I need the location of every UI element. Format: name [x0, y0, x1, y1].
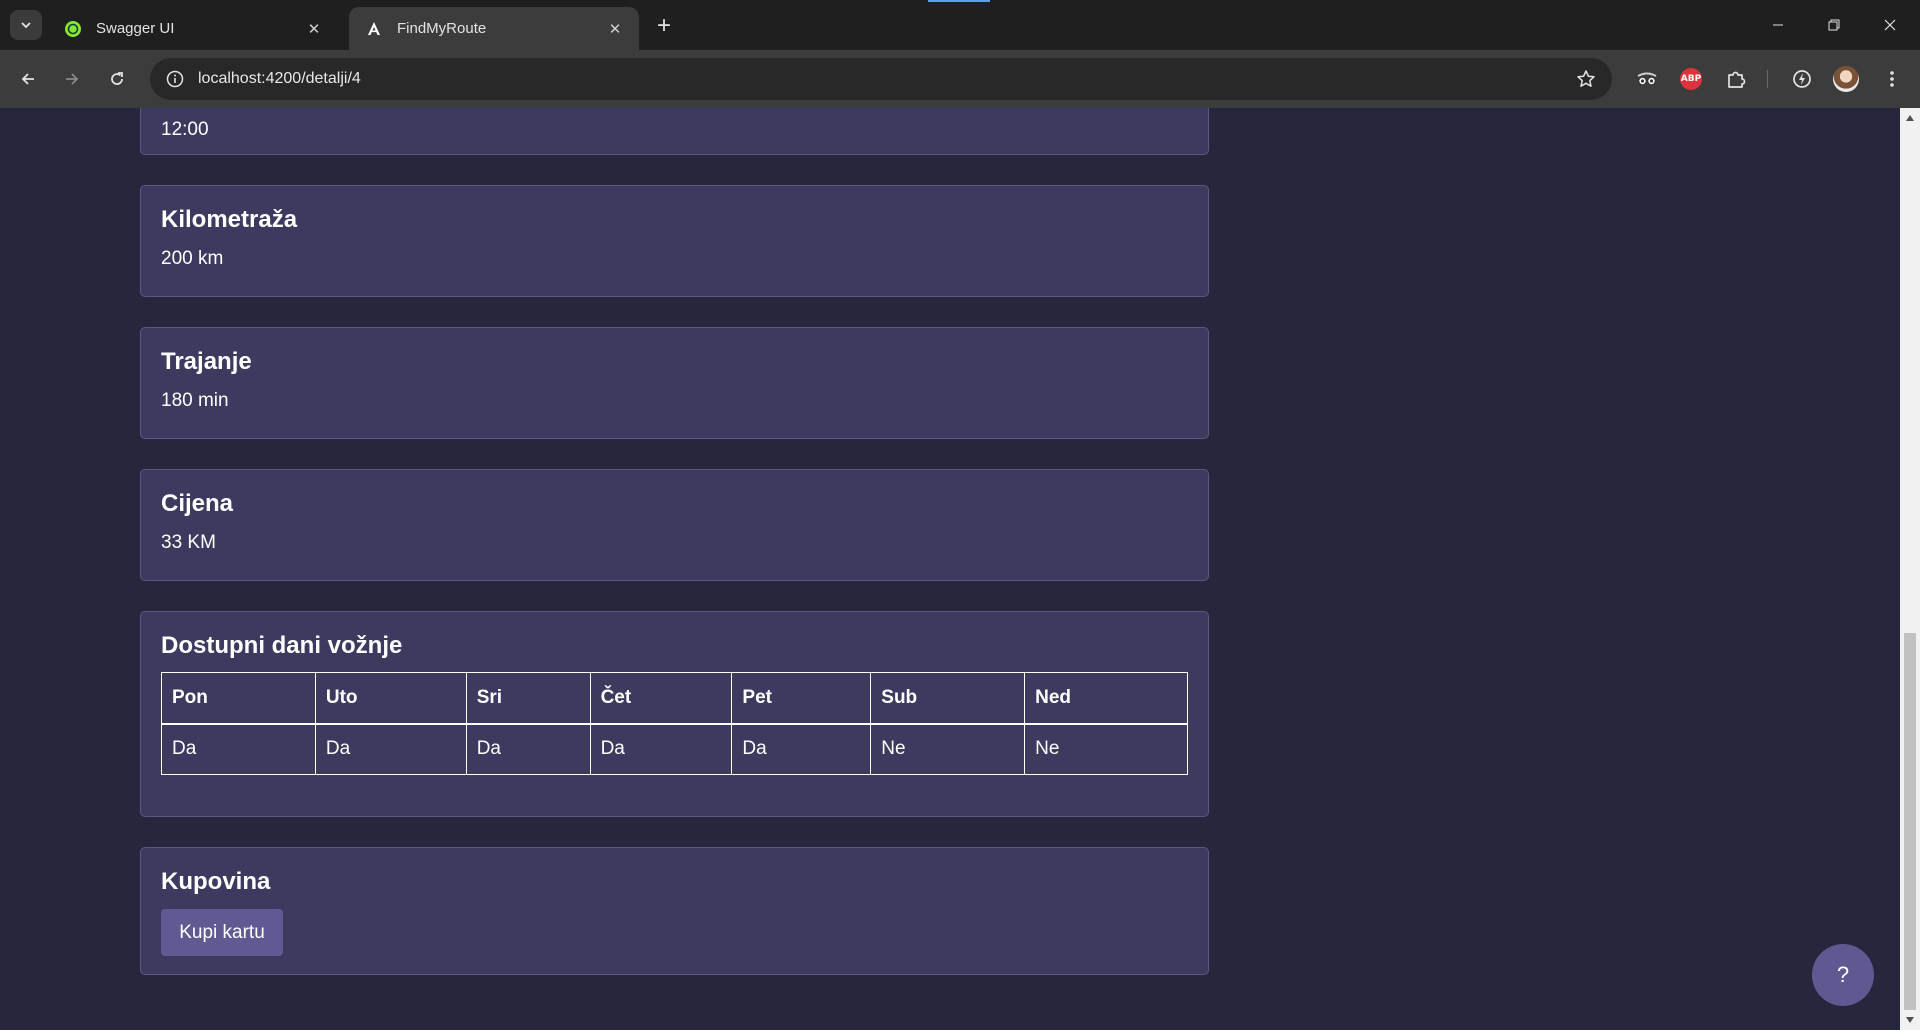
- minimize-button[interactable]: [1750, 0, 1806, 50]
- table-cell: Da: [465, 723, 591, 775]
- table-cell: Ne: [870, 723, 1026, 775]
- table-header-cell: Ned: [1024, 672, 1188, 724]
- table-cell: Da: [161, 723, 316, 775]
- back-button[interactable]: [12, 63, 44, 95]
- table-header-row: Pon Uto Sri Čet Pet Sub Ned: [161, 672, 1188, 724]
- angular-favicon-icon: [365, 20, 383, 38]
- duration-value: 180 min: [161, 390, 229, 411]
- extensions-puzzle-icon[interactable]: [1722, 65, 1750, 93]
- url-text[interactable]: localhost:4200/detalji/4: [198, 70, 1566, 88]
- bookmark-star-icon[interactable]: [1566, 59, 1606, 99]
- available-days-title: Dostupni dani vožnje: [161, 632, 403, 659]
- table-cell: Da: [314, 723, 467, 775]
- new-tab-button[interactable]: +: [650, 12, 678, 40]
- arrow-right-icon: [66, 73, 79, 85]
- table-header-cell: Čet: [589, 672, 733, 724]
- restore-icon: [1828, 19, 1840, 31]
- tab-title: Swagger UI: [96, 20, 175, 37]
- performance-icon[interactable]: [1788, 65, 1816, 93]
- minimize-icon: [1773, 24, 1783, 26]
- distance-value: 200 km: [161, 248, 224, 269]
- table-cell: Da: [589, 723, 733, 775]
- forward-button[interactable]: [56, 63, 88, 95]
- browser-tab-bar: Swagger UI ✕ FindMyRoute ✕ +: [0, 0, 1920, 50]
- tab-swagger-ui[interactable]: Swagger UI ✕: [48, 7, 338, 50]
- address-bar[interactable]: localhost:4200/detalji/4: [150, 58, 1612, 100]
- duration-title: Trajanje: [161, 348, 252, 375]
- purchase-title: Kupovina: [161, 868, 271, 895]
- price-title: Cijena: [161, 490, 234, 517]
- table-cell: Ne: [1024, 723, 1188, 775]
- time-card: 12:00: [140, 108, 1209, 155]
- restore-button[interactable]: [1806, 0, 1862, 50]
- browser-toolbar: localhost:4200/detalji/4 ABP: [0, 50, 1920, 108]
- toolbar-separator: [1767, 70, 1768, 88]
- distance-card: Kilometraža 200 km: [140, 185, 1209, 297]
- duration-card: Trajanje 180 min: [140, 327, 1209, 439]
- top-indicator: [928, 0, 990, 2]
- table-row: Da Da Da Da Da Ne Ne: [161, 723, 1188, 775]
- price-card: Cijena 33 KM: [140, 469, 1209, 581]
- close-icon[interactable]: ✕: [304, 19, 324, 39]
- table-header-cell: Uto: [314, 672, 467, 724]
- page-scrollbar[interactable]: [1900, 108, 1920, 1030]
- scroll-down-arrow-icon[interactable]: [1900, 1012, 1920, 1028]
- price-value: 33 KM: [161, 532, 216, 553]
- tab-title: FindMyRoute: [397, 20, 487, 37]
- table-header-cell: Pon: [161, 672, 316, 724]
- tab-findmyroute[interactable]: FindMyRoute ✕: [349, 7, 639, 50]
- close-window-button[interactable]: [1862, 0, 1918, 50]
- arrow-left-icon: [21, 73, 34, 85]
- available-days-card: Dostupni dani vožnje Pon Uto Sri Čet Pet…: [140, 611, 1209, 817]
- tab-search-button[interactable]: [10, 10, 42, 40]
- time-value: 12:00: [161, 119, 209, 140]
- close-icon[interactable]: ✕: [605, 19, 625, 39]
- purchase-card: Kupovina Kupi kartu: [140, 847, 1209, 975]
- scroll-thumb[interactable]: [1904, 633, 1916, 1010]
- profile-avatar[interactable]: [1832, 65, 1860, 93]
- spy-glasses-extension-icon[interactable]: [1633, 65, 1661, 93]
- table-cell: Da: [731, 723, 872, 775]
- site-info-icon[interactable]: [164, 68, 186, 90]
- kebab-menu-icon[interactable]: [1878, 65, 1906, 93]
- table-header-cell: Sri: [465, 672, 591, 724]
- help-button[interactable]: ?: [1812, 944, 1874, 1006]
- chevron-down-icon: [21, 22, 31, 29]
- table-header-cell: Sub: [870, 672, 1026, 724]
- swagger-favicon-icon: [64, 20, 82, 38]
- scroll-up-arrow-icon[interactable]: [1900, 110, 1920, 126]
- reload-icon: [111, 72, 123, 85]
- buy-ticket-button[interactable]: Kupi kartu: [161, 909, 283, 956]
- page-content: 12:00 Kilometraža 200 km Trajanje 180 mi…: [0, 108, 1900, 1030]
- distance-title: Kilometraža: [161, 206, 298, 233]
- close-icon: [1884, 19, 1896, 31]
- adblock-plus-icon[interactable]: ABP: [1677, 65, 1705, 93]
- reload-button[interactable]: [101, 63, 133, 95]
- available-days-table: Pon Uto Sri Čet Pet Sub Ned Da Da Da Da …: [161, 672, 1188, 775]
- table-header-cell: Pet: [731, 672, 872, 724]
